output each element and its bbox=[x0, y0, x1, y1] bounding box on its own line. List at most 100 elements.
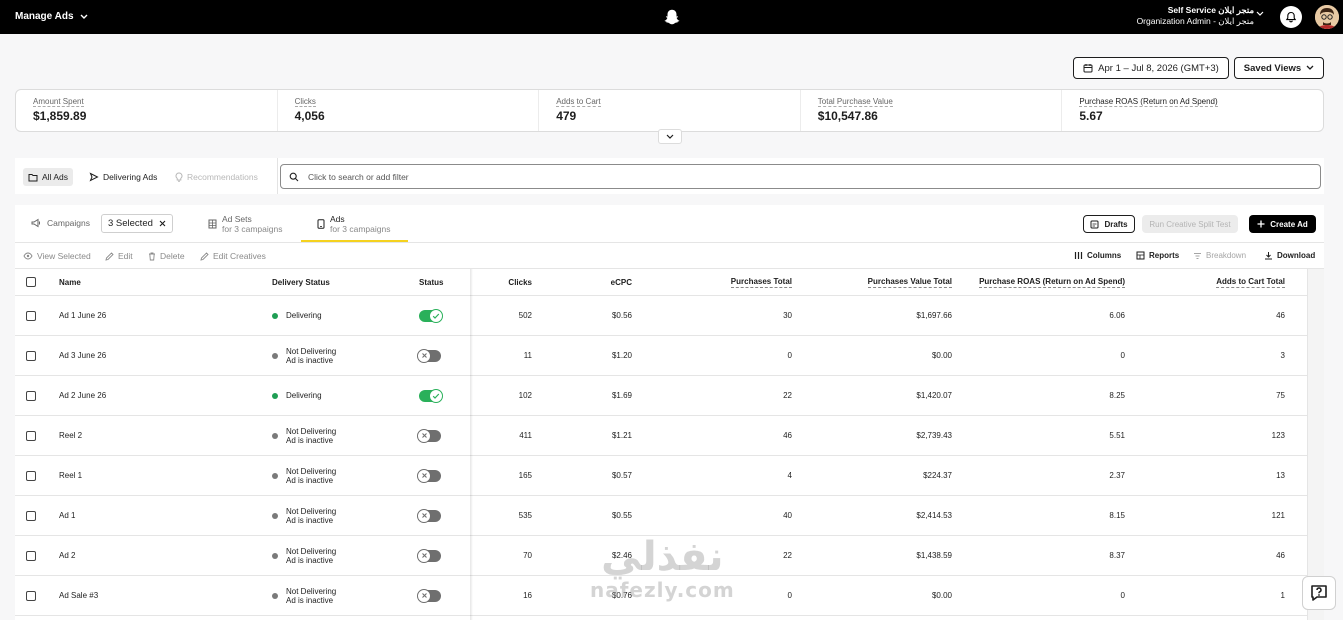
help-button[interactable] bbox=[1302, 576, 1336, 610]
status-toggle[interactable] bbox=[419, 388, 443, 403]
ad-name[interactable]: Ad 3 June 26 bbox=[59, 336, 249, 375]
watermark-arabic: نفذلي bbox=[601, 534, 724, 580]
status-toggle[interactable] bbox=[417, 548, 441, 563]
tab-ads[interactable]: Ads for 3 campaigns bbox=[317, 214, 390, 234]
chevron-down-icon bbox=[666, 134, 674, 139]
notifications-button[interactable] bbox=[1280, 6, 1302, 28]
table-row[interactable]: Reel 2 Not Delivering Ad is inactive 411 $1.… bbox=[15, 416, 1307, 456]
plus-icon bbox=[1257, 220, 1265, 228]
create-ad-button[interactable]: Create Ad bbox=[1249, 215, 1316, 233]
expand-stats-button[interactable] bbox=[658, 129, 682, 144]
edit-creatives-button[interactable]: Edit Creatives bbox=[200, 251, 266, 261]
table-row[interactable]: Ad 1 Not Delivering Ad is inactive 535 $0.55… bbox=[15, 496, 1307, 536]
reports-button[interactable]: Reports bbox=[1136, 251, 1179, 260]
ecpc-value: $1.69 bbox=[611, 391, 632, 400]
purchases-value-total-value: $2,414.53 bbox=[916, 511, 952, 520]
account-chevron-icon[interactable] bbox=[1256, 11, 1264, 17]
col-purchases-value-total[interactable]: Purchases Value Total bbox=[805, 269, 952, 295]
close-icon[interactable] bbox=[159, 220, 166, 227]
row-checkbox[interactable] bbox=[26, 470, 36, 481]
col-label: eCPC bbox=[610, 277, 632, 287]
user-avatar[interactable] bbox=[1315, 5, 1339, 29]
status-cell bbox=[417, 416, 459, 455]
status-toggle[interactable] bbox=[417, 348, 441, 363]
row-select-cell bbox=[26, 416, 38, 455]
row-checkbox[interactable] bbox=[26, 350, 36, 361]
stat-adds-to-cart[interactable]: Adds to Cart 479 bbox=[539, 90, 801, 131]
ad-name[interactable]: Ad 1 bbox=[59, 496, 249, 535]
col-ecpc[interactable]: eCPC bbox=[575, 269, 632, 295]
status-dot bbox=[272, 352, 278, 359]
purchases-value-total-value: $224.37 bbox=[923, 471, 952, 480]
stat-clicks[interactable]: Clicks 4,056 bbox=[278, 90, 540, 131]
watermark-latin: nafezly.com bbox=[590, 578, 735, 602]
manage-ads-label: Manage Ads bbox=[15, 11, 74, 22]
row-checkbox[interactable] bbox=[26, 430, 36, 441]
ad-name[interactable]: Reel 1 bbox=[59, 456, 249, 495]
col-name[interactable]: Name bbox=[59, 269, 249, 295]
col-label: Adds to Cart Total bbox=[1216, 276, 1285, 288]
toggle-knob bbox=[417, 588, 431, 603]
megaphone-icon bbox=[31, 218, 40, 228]
row-checkbox[interactable] bbox=[26, 390, 36, 401]
stat-amount-spent[interactable]: Amount Spent $1,859.89 bbox=[16, 90, 278, 131]
snapchat-ghost-icon[interactable] bbox=[663, 8, 681, 26]
status-toggle[interactable] bbox=[419, 308, 443, 323]
row-checkbox[interactable] bbox=[26, 550, 36, 561]
delivery-status: Not Delivering Ad is inactive bbox=[272, 416, 402, 455]
vertical-scrollbar[interactable] bbox=[1307, 269, 1324, 620]
date-range-picker[interactable]: Apr 1 – Jul 8, 2026 (GMT+3) bbox=[1073, 57, 1229, 79]
status-toggle[interactable] bbox=[417, 428, 441, 443]
col-clicks[interactable]: Clicks bbox=[475, 269, 532, 295]
tab-ad-sets[interactable]: Ad Sets for 3 campaigns bbox=[208, 214, 282, 234]
col-purchase-roas[interactable]: Purchase ROAS (Return on Ad Spend) bbox=[955, 269, 1125, 295]
status-cell bbox=[419, 376, 459, 415]
stat-purchase-roas[interactable]: Purchase ROAS (Return on Ad Spend) 5.67 bbox=[1062, 90, 1323, 131]
ad-name[interactable]: Ad 2 bbox=[59, 536, 249, 575]
grid-icon bbox=[208, 219, 217, 229]
download-button[interactable]: Download bbox=[1264, 251, 1315, 260]
breakdown-button[interactable]: Breakdown bbox=[1193, 251, 1246, 260]
table-row[interactable]: Ad 3 June 26 Not Delivering Ad is inactive… bbox=[15, 336, 1307, 376]
stat-total-purchase-value[interactable]: Total Purchase Value $10,547.86 bbox=[801, 90, 1063, 131]
ad-name[interactable]: Ad 2 June 26 bbox=[59, 376, 249, 415]
table-row[interactable]: Ad 2 June 26 Delivering 102 $1.69 22 $1,420.0… bbox=[15, 376, 1307, 416]
col-adds-to-cart-total[interactable]: Adds to Cart Total bbox=[1135, 269, 1285, 295]
select-all-checkbox[interactable] bbox=[26, 277, 36, 287]
row-checkbox[interactable] bbox=[26, 510, 36, 521]
selected-campaigns-chip[interactable]: 3 Selected bbox=[101, 214, 173, 233]
ad-name[interactable]: Ad Sale #3 bbox=[59, 576, 249, 615]
stat-label: Purchase ROAS (Return on Ad Spend) bbox=[1079, 97, 1218, 107]
columns-button[interactable]: Columns bbox=[1074, 251, 1121, 260]
col-delivery-status[interactable]: Delivery Status bbox=[272, 269, 402, 295]
ad-name[interactable]: Reel 2 bbox=[59, 416, 249, 455]
row-checkbox[interactable] bbox=[26, 310, 36, 321]
edit-button[interactable]: Edit bbox=[105, 251, 133, 261]
col-purchases-total[interactable]: Purchases Total bbox=[665, 269, 792, 295]
filter-lines-icon bbox=[1194, 252, 1201, 259]
col-status[interactable]: Status bbox=[419, 269, 459, 295]
tab-all-ads[interactable]: All Ads bbox=[23, 168, 73, 186]
col-label: Purchases Value Total bbox=[867, 276, 952, 288]
check-icon bbox=[432, 313, 440, 319]
drafts-button[interactable]: Drafts bbox=[1083, 215, 1135, 233]
view-selected-button[interactable]: View Selected bbox=[23, 251, 91, 261]
adds-to-cart-value: 46 bbox=[1276, 311, 1285, 320]
tab-sublabel: for 3 campaigns bbox=[330, 224, 391, 234]
manage-ads-menu[interactable]: Manage Ads bbox=[15, 11, 88, 22]
account-switcher[interactable]: Self Service متجر ايلان Organization Adm… bbox=[1137, 5, 1254, 27]
toggle-knob bbox=[429, 388, 443, 403]
saved-views-dropdown[interactable]: Saved Views bbox=[1234, 57, 1324, 79]
ad-name[interactable]: Ad 1 June 26 bbox=[59, 296, 249, 335]
row-checkbox[interactable] bbox=[26, 590, 36, 601]
ecpc-value: $1.21 bbox=[611, 431, 632, 440]
status-toggle[interactable] bbox=[417, 588, 441, 603]
status-toggle[interactable] bbox=[417, 508, 441, 523]
tab-delivering-ads[interactable]: Delivering Ads bbox=[84, 168, 162, 186]
status-toggle[interactable] bbox=[417, 468, 441, 483]
table-row[interactable]: Reel 1 Not Delivering Ad is inactive 165 $0.… bbox=[15, 456, 1307, 496]
tab-campaigns[interactable]: Campaigns bbox=[31, 218, 90, 228]
table-row[interactable]: Ad 1 June 26 Delivering 502 $0.56 30 $1,697.6… bbox=[15, 296, 1307, 336]
search-input[interactable]: Click to search or add filter bbox=[280, 164, 1321, 189]
delete-button[interactable]: Delete bbox=[148, 251, 185, 261]
